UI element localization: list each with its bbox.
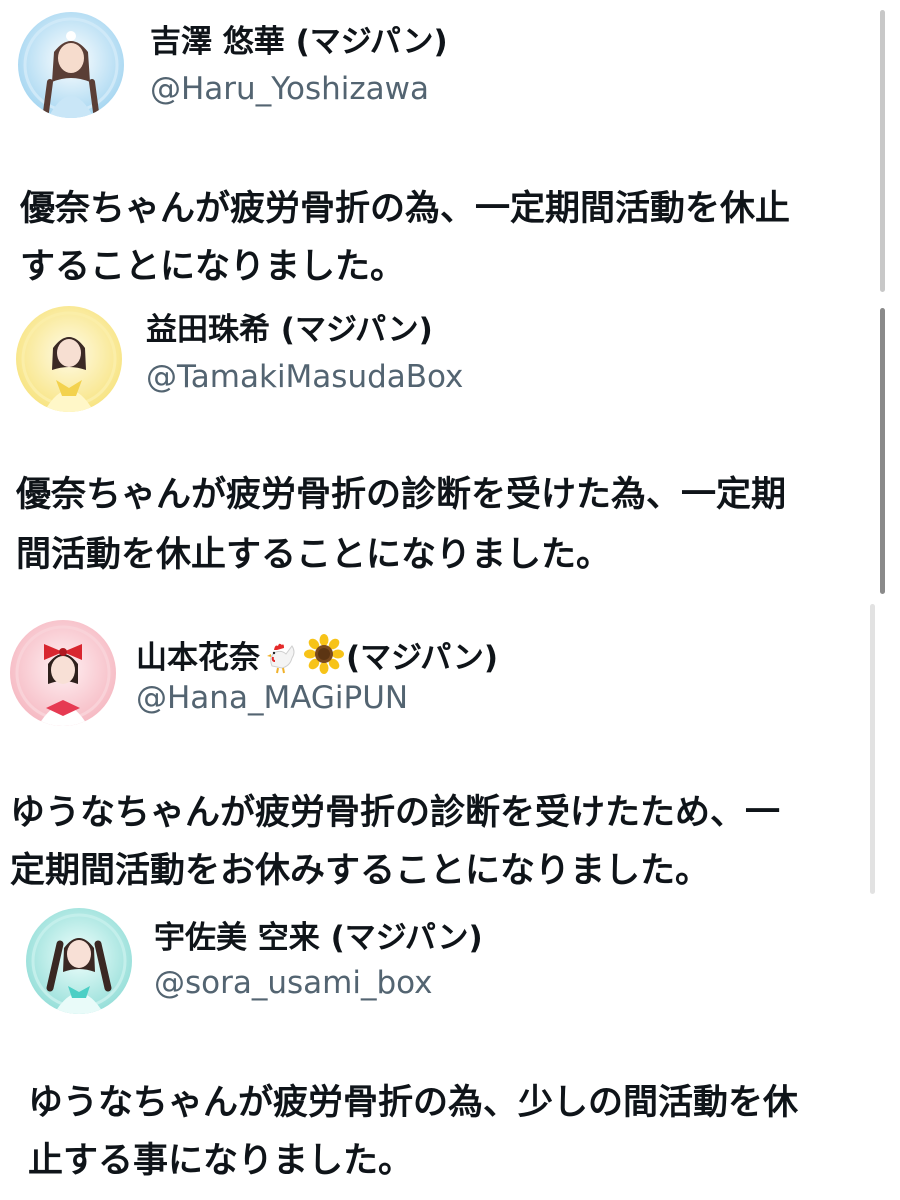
post-text-line-2: 間活動を休止することになりました。 <box>16 535 612 575</box>
display-name-text: 山本花奈 <box>136 640 260 676</box>
user-handle[interactable]: @sora_usami_box <box>154 965 433 1001</box>
display-name[interactable]: 山本花奈 (マジパン) <box>136 634 498 682</box>
user-handle[interactable]: @TamakiMasudaBox <box>146 359 463 395</box>
avatar-sora[interactable] <box>26 908 132 1014</box>
post-text-line-1: ゆうなちゃんが疲労骨折の為、少しの間活動を休 <box>28 1083 799 1123</box>
avatar-hana[interactable] <box>10 620 116 726</box>
post-card-hana[interactable]: 山本花奈 (マジパン) @Hana_MAGiPUN ゆうなちゃんが疲労骨折の診断… <box>0 602 900 898</box>
avatar-image-icon <box>10 620 116 726</box>
scrollbar-thumb[interactable] <box>870 604 875 894</box>
display-name[interactable]: 宇佐美 空来 (マジパン) <box>154 920 483 956</box>
post-text-line-1: 優奈ちゃんが疲労骨折の為、一定期間活動を休止 <box>20 189 791 229</box>
user-handle[interactable]: @Hana_MAGiPUN <box>136 680 408 716</box>
user-handle[interactable]: @Haru_Yoshizawa <box>150 71 429 107</box>
post-card-tamaki[interactable]: 益田珠希 (マジパン) @TamakiMasudaBox 優奈ちゃんが疲労骨折の… <box>0 300 900 602</box>
avatar-tamaki[interactable] <box>16 306 122 412</box>
display-name[interactable]: 益田珠希 (マジパン) <box>146 312 433 348</box>
avatar-image-icon <box>18 12 124 118</box>
post-card-haru[interactable]: 吉澤 悠華 (マジパン) @Haru_Yoshizawa 優奈ちゃんが疲労骨折の… <box>0 0 900 300</box>
post-text-line-2: 定期間活動をお休みすることになりました。 <box>10 851 711 891</box>
avatar-image-icon <box>16 306 122 412</box>
avatar-haru[interactable] <box>18 12 124 118</box>
scrollbar-thumb[interactable] <box>880 308 885 594</box>
avatar-image-icon <box>26 908 132 1014</box>
display-name-affiliation: (マジパン) <box>346 640 499 676</box>
rooster-emoji-icon <box>262 636 300 682</box>
display-name[interactable]: 吉澤 悠華 (マジパン) <box>150 24 448 60</box>
post-text-line-2: することになりました。 <box>20 247 406 287</box>
sunflower-emoji-icon <box>304 634 344 682</box>
post-text-line-1: ゆうなちゃんが疲労骨折の診断を受けたため、一 <box>10 793 781 833</box>
post-text-line-1: 優奈ちゃんが疲労骨折の診断を受けた為、一定期 <box>16 475 787 515</box>
scrollbar-thumb[interactable] <box>880 10 885 292</box>
post-card-sora[interactable]: 宇佐美 空来 (マジパン) @sora_usami_box ゆうなちゃんが疲労骨… <box>0 898 900 1200</box>
post-text-line-2: 止する事になりました。 <box>28 1141 414 1181</box>
